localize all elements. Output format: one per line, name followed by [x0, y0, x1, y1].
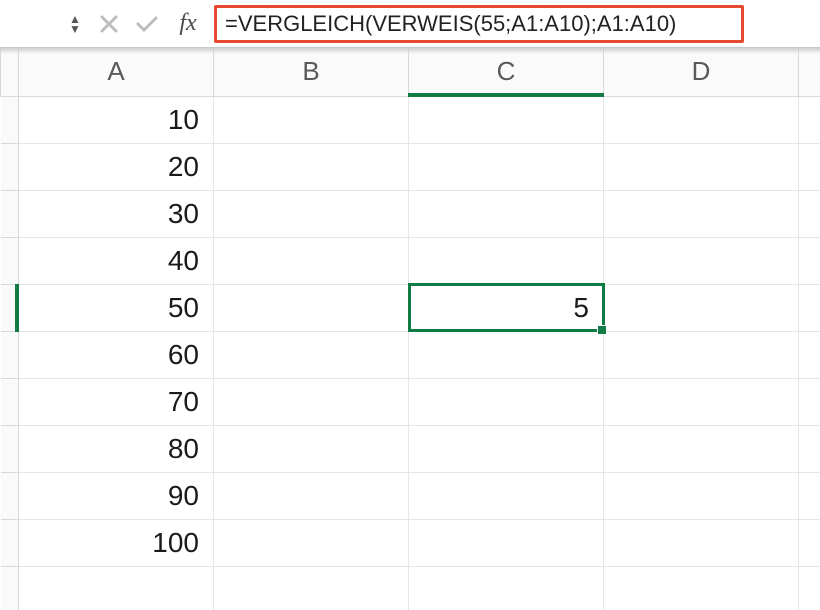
check-icon	[135, 14, 159, 34]
cell-edge[interactable]	[799, 425, 820, 472]
cell-B1[interactable]	[214, 96, 409, 143]
table-row: 40	[1, 237, 820, 284]
cell-B7[interactable]	[214, 378, 409, 425]
table-row: 60	[1, 331, 820, 378]
close-icon	[99, 14, 119, 34]
cell-B9[interactable]	[214, 472, 409, 519]
cell-B6[interactable]	[214, 331, 409, 378]
cell-D9[interactable]	[604, 472, 799, 519]
cell-A1[interactable]: 10	[19, 96, 214, 143]
cell-D3[interactable]	[604, 190, 799, 237]
cell-A6[interactable]: 60	[19, 331, 214, 378]
row-header[interactable]	[1, 331, 19, 378]
cell-B10[interactable]	[214, 519, 409, 566]
cell-edge[interactable]	[799, 143, 820, 190]
cell-D5[interactable]	[604, 284, 799, 331]
spreadsheet-grid[interactable]: A B C D 1020304050 5 60708090100	[0, 48, 820, 610]
row-header[interactable]	[1, 566, 19, 610]
table-row: 30	[1, 190, 820, 237]
column-label: D	[692, 56, 711, 86]
cell-edge[interactable]	[799, 331, 820, 378]
cell-B8[interactable]	[214, 425, 409, 472]
formula-bar: ▲ ▼ fx =VERGLEICH(VERWEIS(55;A1:A10);A1:…	[0, 0, 820, 48]
cell-A9[interactable]: 90	[19, 472, 214, 519]
row-header[interactable]	[1, 143, 19, 190]
cancel-formula-button[interactable]	[90, 4, 128, 44]
row-header[interactable]	[1, 425, 19, 472]
cell-C5[interactable]: 5	[409, 284, 604, 331]
cell-A5[interactable]: 50	[19, 284, 214, 331]
row-header[interactable]	[1, 284, 19, 331]
cell-D8[interactable]	[604, 425, 799, 472]
cell-edge[interactable]	[799, 566, 820, 610]
cell-A8[interactable]: 80	[19, 425, 214, 472]
cell-C11[interactable]	[409, 566, 604, 610]
accept-formula-button[interactable]	[128, 4, 166, 44]
cell-A2[interactable]: 20	[19, 143, 214, 190]
cell-D4[interactable]	[604, 237, 799, 284]
cell-C4[interactable]	[409, 237, 604, 284]
formula-text: =VERGLEICH(VERWEIS(55;A1:A10);A1:A10)	[225, 11, 676, 37]
cell-C3[interactable]	[409, 190, 604, 237]
cell-D11[interactable]	[604, 566, 799, 610]
cell-C8[interactable]	[409, 425, 604, 472]
cell-B3[interactable]	[214, 190, 409, 237]
column-header-A[interactable]: A	[19, 48, 214, 96]
cell-B4[interactable]	[214, 237, 409, 284]
column-label: B	[302, 56, 319, 86]
table-row: 20	[1, 143, 820, 190]
column-label: C	[497, 56, 516, 86]
cell-A7[interactable]: 70	[19, 378, 214, 425]
column-header-edge[interactable]	[799, 48, 820, 96]
cell-C2[interactable]	[409, 143, 604, 190]
formula-input[interactable]: =VERGLEICH(VERWEIS(55;A1:A10);A1:A10)	[214, 5, 744, 43]
row-header[interactable]	[1, 519, 19, 566]
cell-B2[interactable]	[214, 143, 409, 190]
column-header-row: A B C D	[1, 48, 820, 96]
table-row	[1, 566, 820, 610]
column-header-D[interactable]: D	[604, 48, 799, 96]
row-header[interactable]	[1, 190, 19, 237]
row-header[interactable]	[1, 96, 19, 143]
cell-A4[interactable]: 40	[19, 237, 214, 284]
cell-edge[interactable]	[799, 190, 820, 237]
cell-C7[interactable]	[409, 378, 604, 425]
cell-C9[interactable]	[409, 472, 604, 519]
cell-C6[interactable]	[409, 331, 604, 378]
cell-C1[interactable]	[409, 96, 604, 143]
cell-A11[interactable]	[19, 566, 214, 610]
cell-edge[interactable]	[799, 472, 820, 519]
table-row: 90	[1, 472, 820, 519]
row-header[interactable]	[1, 472, 19, 519]
table-row: 50 5	[1, 284, 820, 331]
row-header[interactable]	[1, 378, 19, 425]
column-header-B[interactable]: B	[214, 48, 409, 96]
cell-C10[interactable]	[409, 519, 604, 566]
fx-label: fx	[168, 10, 208, 37]
cell-D10[interactable]	[604, 519, 799, 566]
cell-edge[interactable]	[799, 519, 820, 566]
column-header-C[interactable]: C	[409, 48, 604, 96]
table-row: 70	[1, 378, 820, 425]
row-header[interactable]	[1, 237, 19, 284]
cell-edge[interactable]	[799, 284, 820, 331]
cell-B11[interactable]	[214, 566, 409, 610]
cell-edge[interactable]	[799, 378, 820, 425]
cell-D7[interactable]	[604, 378, 799, 425]
cell-A3[interactable]: 30	[19, 190, 214, 237]
cell-D6[interactable]	[604, 331, 799, 378]
chevron-down-icon[interactable]: ▼	[69, 24, 81, 34]
cell-edge[interactable]	[799, 237, 820, 284]
cell-D2[interactable]	[604, 143, 799, 190]
table-row: 10	[1, 96, 820, 143]
table-row: 100	[1, 519, 820, 566]
column-label: A	[107, 56, 124, 86]
name-box-stepper[interactable]: ▲ ▼	[60, 4, 90, 44]
table-row: 80	[1, 425, 820, 472]
cell-B5[interactable]	[214, 284, 409, 331]
select-all-corner[interactable]	[1, 48, 19, 96]
cell-A10[interactable]: 100	[19, 519, 214, 566]
cell-edge[interactable]	[799, 96, 820, 143]
cell-D1[interactable]	[604, 96, 799, 143]
